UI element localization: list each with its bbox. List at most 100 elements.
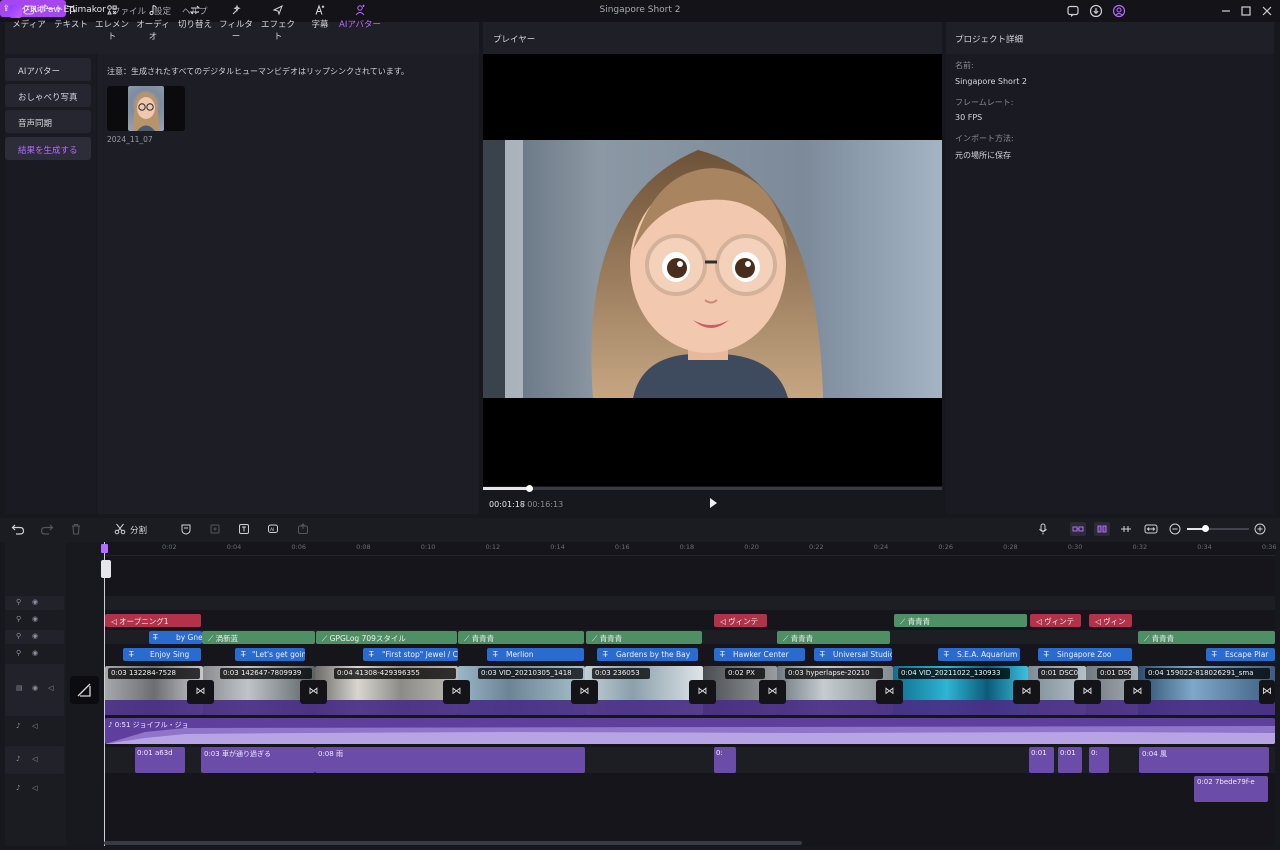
transition-icon[interactable]: ⋈ [759, 680, 786, 704]
text-clip[interactable]: T̶ Merlion [487, 648, 584, 661]
text-clip[interactable]: T̶ "Let's get goin [235, 648, 305, 661]
tool-audio[interactable]: オーディオ [133, 4, 173, 42]
snap-icon[interactable] [1119, 523, 1133, 535]
text-clip[interactable]: T̶ Enjoy Sing [123, 648, 201, 661]
text-icon: T̶ [241, 650, 248, 659]
undo-icon[interactable] [11, 523, 25, 535]
redo-icon[interactable] [40, 523, 54, 535]
export-clip-icon[interactable] [297, 523, 309, 535]
playhead-handle[interactable] [101, 544, 108, 553]
text-clip[interactable]: T̶ "First stop" Jewel / C [363, 648, 458, 661]
tool-text[interactable]: テキスト [54, 4, 88, 30]
feedback-icon[interactable] [1066, 4, 1080, 18]
text-clip[interactable]: T̶ Hawker Center [714, 648, 805, 661]
effect-clip[interactable]: ⟋ 青青青 [777, 631, 890, 644]
eye-icon[interactable]: ◉ [32, 632, 38, 640]
effect-clip[interactable]: ⟋ 青青青 [1138, 631, 1275, 644]
tool-ai-avatar[interactable]: AIアバター [338, 4, 382, 30]
split-button[interactable]: 分割 [130, 524, 147, 536]
audio-clip[interactable] [315, 747, 585, 773]
crop-icon[interactable] [209, 523, 221, 535]
magnet-icon[interactable] [1094, 522, 1110, 536]
zoom-out-icon[interactable] [1169, 523, 1181, 535]
tool-element[interactable]: エレメント [92, 4, 132, 42]
ai-text-icon[interactable]: AI [267, 523, 279, 535]
eye-icon[interactable]: ◉ [32, 649, 38, 657]
eye-icon[interactable]: ◉ [32, 615, 38, 623]
sidebar-item-audio-sync[interactable]: 音声同期 [5, 110, 91, 133]
text-clip[interactable]: T̶ Singapore Zoo [1038, 648, 1132, 661]
effect-clip[interactable]: ⟋ 青青青 [586, 631, 702, 644]
sidebar-item-talking-photo[interactable]: おしゃべり写真 [5, 84, 91, 107]
speaker-icon[interactable]: ◁ [32, 784, 37, 792]
tool-effect[interactable]: エフェクト [257, 4, 299, 42]
account-icon[interactable] [1112, 4, 1126, 18]
transition-icon[interactable]: ⋈ [1074, 680, 1101, 704]
text-clip[interactable]: T̶ Universal Studio [814, 648, 892, 661]
pin-icon[interactable]: ⚲ [16, 649, 21, 657]
transition-icon[interactable]: ⋈ [1124, 680, 1151, 704]
effect-clip[interactable]: ⟋ 渦新蓝 [202, 631, 315, 644]
transition-icon[interactable]: ⋈ [187, 680, 214, 704]
sidebar-item-ai-avatar[interactable]: AIアバター [5, 58, 91, 81]
tool-filter[interactable]: フィルター [216, 4, 256, 42]
transition-icon[interactable]: ⋈ [876, 680, 903, 704]
scissors-icon[interactable] [114, 523, 126, 535]
title-clip[interactable]: ◁ ヴィンテ [1030, 614, 1081, 627]
audio-clip-main[interactable] [105, 718, 1275, 744]
title-clip[interactable]: ◁ ヴィン [1089, 614, 1132, 627]
title-clip[interactable]: ◁ オープニング1 [105, 614, 201, 627]
title-clip[interactable]: ◁ ヴィンテ [714, 614, 767, 627]
pin-icon[interactable]: ⚲ [16, 598, 21, 606]
effect-clip[interactable]: ⟋ 青青青 [894, 614, 1027, 627]
text-clip-label: "First stop" Jewel / C [381, 650, 458, 659]
tool-media-label: メディア [12, 20, 46, 30]
maximize-icon[interactable] [1241, 6, 1251, 16]
fit-timeline-icon[interactable] [1144, 523, 1158, 535]
ruler-tick: 0:08 [356, 543, 371, 551]
delete-icon[interactable] [70, 523, 82, 535]
transition-icon[interactable]: ⋈ [689, 680, 716, 704]
playback-progress-bar[interactable] [483, 487, 942, 490]
text-clip[interactable]: T̶ S.E.A. Aquarium [938, 648, 1020, 661]
tool-transition[interactable]: 切り替え [178, 4, 212, 30]
transition-icon[interactable]: ⋈ [300, 680, 327, 704]
speaker-icon[interactable]: ◁ [48, 684, 53, 692]
pin-icon[interactable]: ⚲ [16, 615, 21, 623]
speaker-icon[interactable]: ◁ [32, 755, 37, 763]
microphone-icon[interactable] [1037, 523, 1049, 535]
timeline-scrollbar[interactable] [104, 841, 802, 845]
transition-icon[interactable]: ⋈ [443, 680, 470, 704]
video-frame[interactable] [483, 140, 942, 398]
play-icon[interactable] [708, 497, 718, 509]
text-clip[interactable]: T̶ Escape Plar [1206, 648, 1275, 661]
text-clip[interactable]: T̶ by Gne [149, 631, 202, 644]
text-clip[interactable]: T̶ Gardens by the Bay [597, 648, 698, 661]
sidebar-item-generate-result[interactable]: 結果を生成する [5, 137, 91, 160]
cover-marker-icon[interactable] [101, 560, 111, 578]
avatar-thumbnail-image[interactable] [128, 86, 164, 131]
speaker-icon[interactable]: ◁ [32, 722, 37, 730]
transition-icon[interactable]: ⋈ [1013, 680, 1040, 704]
tool-subtitle[interactable]: 字幕 [307, 4, 333, 30]
zoom-slider-handle[interactable] [1202, 525, 1209, 532]
transition-icon[interactable]: ⋈ [571, 680, 598, 704]
pin-icon[interactable]: ⚲ [16, 632, 21, 640]
transition-icon[interactable]: ⋈ [1259, 680, 1275, 704]
effect-clip[interactable]: ⟋ 青青青 [458, 631, 584, 644]
minimize-icon[interactable] [1221, 6, 1231, 16]
cover-edit-icon[interactable] [70, 676, 99, 704]
zoom-in-icon[interactable] [1254, 523, 1266, 535]
download-icon[interactable] [1089, 4, 1103, 18]
playback-progress-handle[interactable] [526, 485, 533, 492]
playhead[interactable] [104, 542, 105, 846]
eye-icon[interactable]: ◉ [32, 598, 38, 606]
lock-icon[interactable]: ▤ [16, 684, 23, 692]
link-icon[interactable] [1070, 522, 1086, 536]
text-box-icon[interactable] [238, 523, 250, 535]
close-icon[interactable] [1262, 6, 1272, 16]
effect-clip[interactable]: ⟋ GPGLog 709スタイル [316, 631, 457, 644]
mask-icon[interactable] [180, 523, 192, 535]
tool-media[interactable]: メディア [12, 4, 46, 30]
eye-icon[interactable]: ◉ [32, 684, 38, 692]
